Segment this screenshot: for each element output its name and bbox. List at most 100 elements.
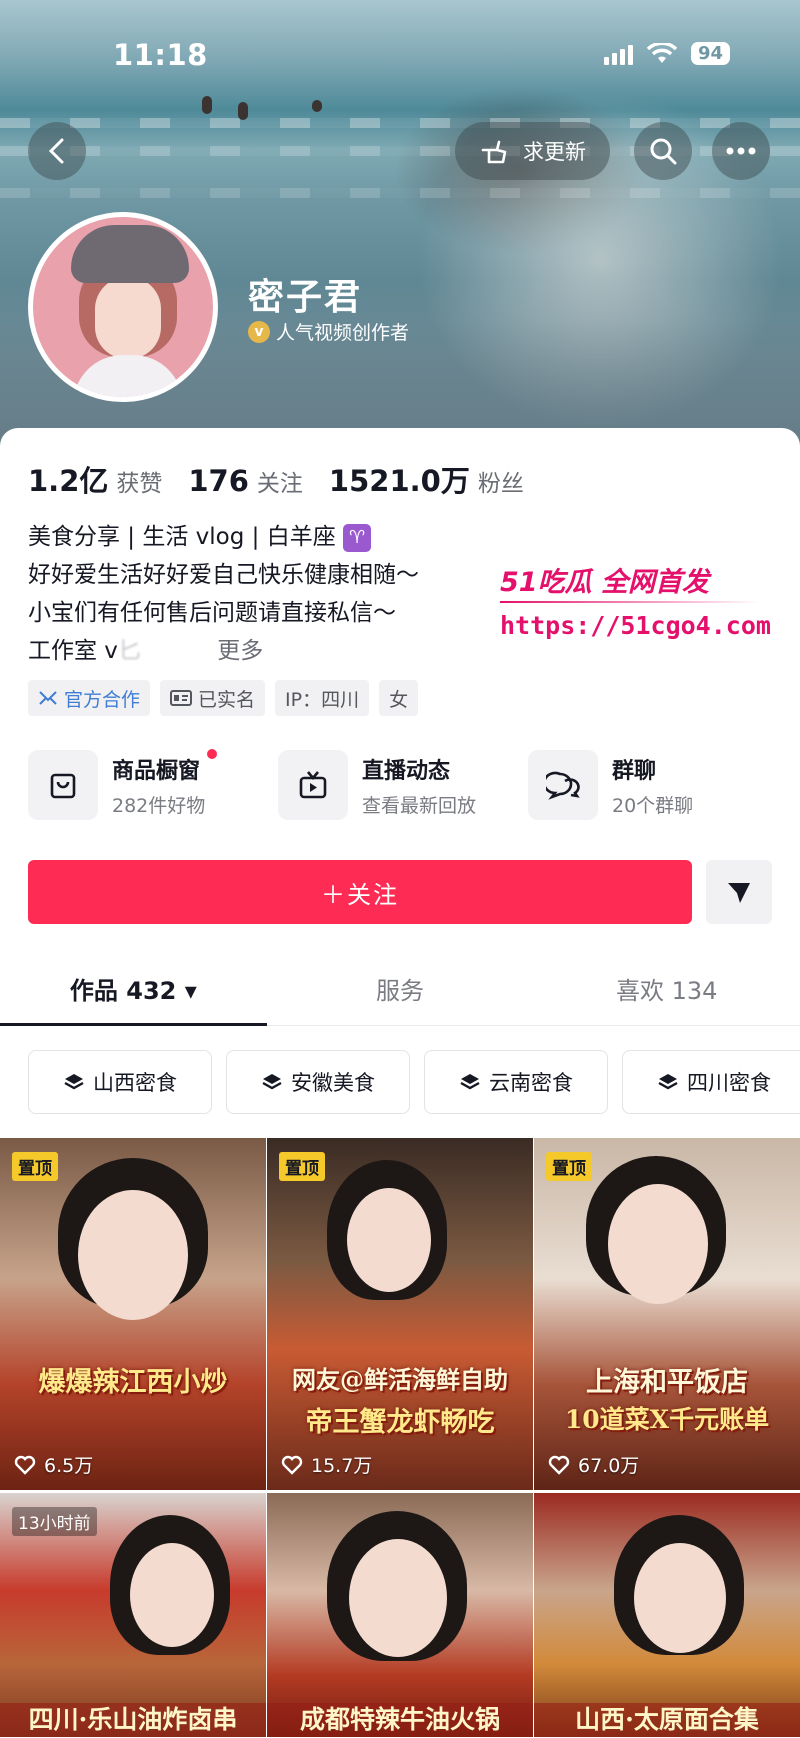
stat-label: 关注	[256, 471, 303, 497]
stat-label: 粉丝	[477, 471, 524, 497]
video-caption: 10道菜X千元账单	[564, 1405, 770, 1434]
collection-label: 山西密食	[93, 1071, 177, 1095]
layers-icon	[262, 1074, 282, 1090]
pinned-badge: 置顶	[12, 1152, 58, 1181]
tag-verified-identity: 已实名	[160, 680, 266, 716]
collection-label: 安徽美食	[291, 1071, 375, 1095]
chevron-left-icon	[48, 138, 64, 164]
likes-count: 6.5万	[44, 1455, 94, 1477]
tag-label: 女	[389, 688, 409, 711]
bio-line: 好好爱生活好好爱自己快乐健康相随～	[28, 562, 419, 588]
collection-label: 四川密食	[687, 1071, 771, 1095]
aries-icon: ♈	[343, 523, 372, 552]
profile-bio: 美食分享 | 生活 vlog | 白羊座 ♈ 好好爱生活好好爱自己快乐健康相随～…	[28, 518, 419, 670]
service-live-updates[interactable]: 直播动态 查看最新回放	[278, 750, 528, 820]
bio-line-last: 工作室 v匕 更多	[28, 632, 419, 670]
notification-dot	[207, 748, 218, 759]
video-tile[interactable]: 13小时前 四川·乐山油炸卤串	[0, 1493, 266, 1737]
layers-icon	[658, 1074, 678, 1090]
tag-label: 已实名	[198, 688, 256, 711]
stat-value: 176	[188, 464, 249, 498]
watermark-url: https://51cgo4.com	[500, 611, 771, 640]
official-icon	[39, 691, 57, 705]
collection-chip[interactable]: 山西密食	[28, 1050, 212, 1114]
ellipsis-icon	[726, 147, 756, 155]
id-card-icon	[170, 690, 193, 706]
status-bar-icons: 94	[603, 42, 730, 65]
pinned-badge: 置顶	[546, 1152, 592, 1181]
video-tile[interactable]: 成都特辣牛油火锅	[267, 1493, 533, 1737]
bio-line: 美食分享 | 生活 vlog | 白羊座	[28, 524, 336, 550]
pinned-badge: 置顶	[279, 1152, 325, 1181]
creator-badge: v 人气视频创作者	[248, 318, 409, 345]
service-entries: 商品橱窗 282件好物 直播动态 查看最新回放 群聊 20个群聊	[28, 748, 778, 820]
video-tile[interactable]: 置顶 网友@鲜活海鲜自助 帝王蟹龙虾畅吃 15.7万	[267, 1138, 533, 1490]
watermark-divider	[500, 601, 760, 603]
tag-gender: 女	[379, 680, 419, 716]
wifi-icon	[646, 42, 677, 63]
request-update-button[interactable]: 求更新	[455, 122, 610, 180]
service-subtitle: 查看最新回放	[362, 794, 477, 817]
likes-count: 67.0万	[578, 1455, 640, 1477]
request-update-label: 求更新	[523, 140, 586, 164]
stat-label: 获赞	[116, 471, 163, 497]
layers-icon	[460, 1074, 480, 1090]
verified-v-icon: v	[248, 320, 270, 343]
bio-more-link[interactable]: 更多	[217, 638, 263, 664]
tab-works[interactable]: 作品 432 ▾	[0, 952, 267, 1026]
video-caption: 山西·太原面合集	[534, 1703, 800, 1737]
swimmer	[202, 96, 212, 114]
shop-bag-icon	[28, 750, 98, 820]
chat-bubbles-icon	[528, 750, 598, 820]
following-stat[interactable]: 176 关注	[188, 464, 303, 498]
tag-label: IP：四川	[285, 688, 360, 711]
followers-stat[interactable]: 1521.0万 粉丝	[329, 458, 524, 500]
collection-chips: 山西密食 安徽美食 云南密食 四川密食	[28, 1050, 800, 1114]
profile-stats: 1.2亿 获赞 176 关注 1521.0万 粉丝	[28, 458, 524, 500]
collection-label: 云南密食	[489, 1071, 573, 1095]
layers-icon	[64, 1074, 84, 1090]
video-tile[interactable]: 山西·太原面合集	[534, 1493, 800, 1737]
profile-tabs: 作品 432 ▾ 服务 喜欢 134	[0, 952, 800, 1026]
collection-chip[interactable]: 四川密食	[622, 1050, 800, 1114]
heart-icon	[281, 1455, 303, 1475]
swimmer	[312, 100, 322, 112]
video-tile[interactable]: 置顶 爆爆辣江西小炒 6.5万	[0, 1138, 266, 1490]
collection-chip[interactable]: 云南密食	[424, 1050, 608, 1114]
video-likes: 6.5万	[14, 1451, 93, 1478]
signal-icon	[603, 43, 633, 65]
tag-official-cooperation[interactable]: 官方合作	[28, 680, 151, 716]
search-button[interactable]	[634, 122, 692, 180]
pointing-hand-icon	[481, 140, 507, 164]
battery-indicator: 94	[690, 42, 730, 65]
status-time: 11:18	[113, 38, 208, 72]
bio-line: 工作室 v	[28, 638, 118, 664]
send-arrow-icon	[728, 883, 750, 903]
collection-chip[interactable]: 安徽美食	[226, 1050, 410, 1114]
follow-button[interactable]: ＋关注	[28, 860, 692, 924]
profile-tags: 官方合作 已实名 IP：四川 女	[28, 680, 419, 716]
tag-ip-location: IP：四川	[275, 680, 370, 716]
video-tile[interactable]: 置顶 上海和平饭店 10道菜X千元账单 67.0万	[534, 1138, 800, 1490]
service-title: 商品橱窗	[112, 758, 201, 784]
video-caption: 成都特辣牛油火锅	[267, 1703, 533, 1737]
tab-likes[interactable]: 喜欢 134	[533, 952, 800, 1025]
service-shop-window[interactable]: 商品橱窗 282件好物	[28, 748, 278, 820]
back-button[interactable]	[28, 122, 86, 180]
video-caption-top: 上海和平饭店	[586, 1367, 748, 1398]
tab-services[interactable]: 服务	[267, 952, 534, 1025]
video-likes: 67.0万	[548, 1451, 639, 1478]
post-age-badge: 13小时前	[12, 1507, 97, 1536]
more-options-button[interactable]	[712, 122, 770, 180]
avatar[interactable]	[28, 212, 218, 402]
share-button[interactable]	[706, 860, 772, 924]
service-subtitle: 282件好物	[112, 794, 206, 817]
service-group-chat[interactable]: 群聊 20个群聊	[528, 750, 778, 820]
video-caption: 四川·乐山油炸卤串	[0, 1703, 266, 1737]
profile-nickname: 密子君	[248, 277, 363, 318]
heart-icon	[548, 1455, 570, 1475]
watermark-title: 51吃瓜 全网首发	[500, 567, 709, 598]
video-caption-top: 网友@鲜活海鲜自助	[292, 1365, 508, 1394]
service-subtitle: 20个群聊	[612, 794, 694, 817]
bio-line: 小宝们有任何售后问题请直接私信～	[28, 600, 396, 626]
